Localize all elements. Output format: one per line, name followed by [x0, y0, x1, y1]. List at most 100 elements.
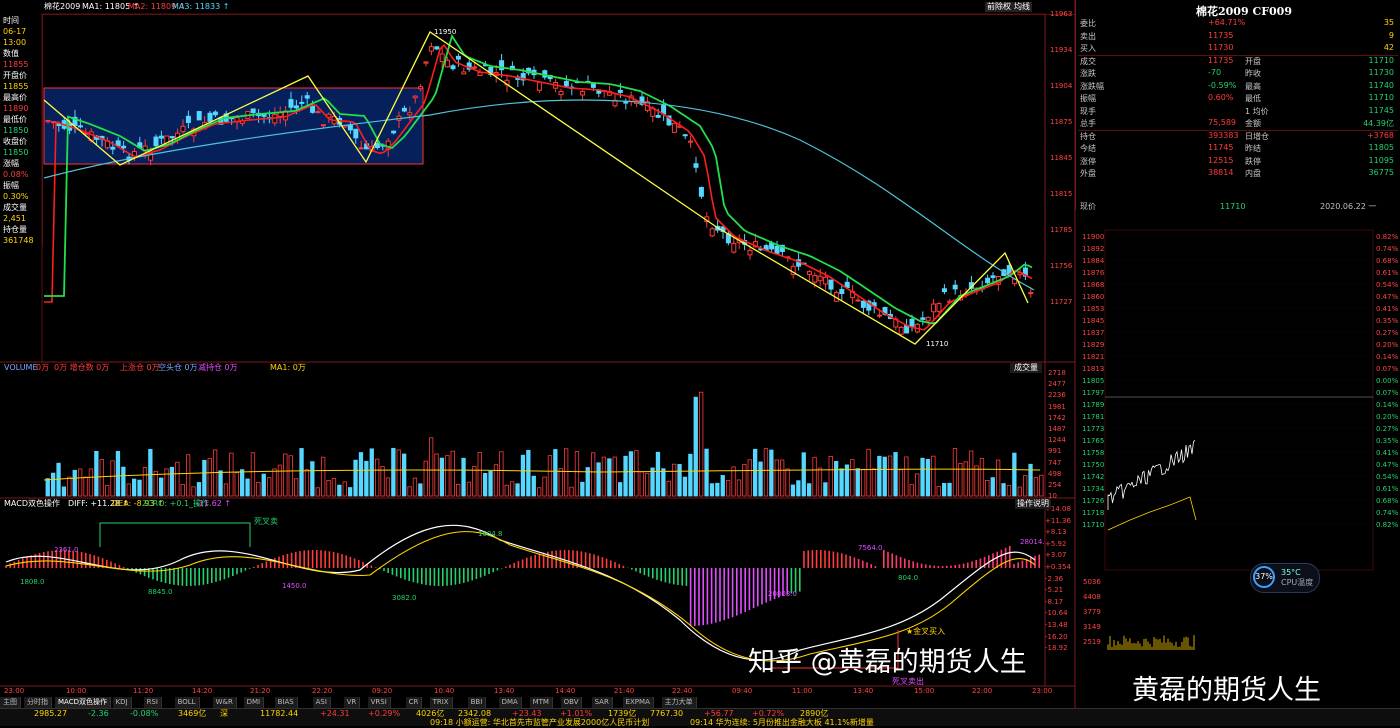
indicator-tab[interactable]: DMA: [498, 697, 522, 708]
volume-bar: [979, 458, 985, 497]
indicator-tab[interactable]: TRIX: [429, 697, 453, 708]
volume-bar: [904, 456, 909, 497]
indicator-tab[interactable]: OBV: [560, 697, 583, 708]
volume-bar: [299, 448, 304, 497]
quote-row: 委比 +64.71% 35: [1078, 18, 1398, 30]
mini-left-tick: 11837: [1082, 329, 1105, 337]
volume-bar: [812, 456, 817, 497]
macd-value-label: 804.0: [898, 574, 918, 582]
candle-body: [806, 271, 812, 275]
indicator-tab[interactable]: SAR: [591, 697, 613, 708]
quote-row: 外盘 38814 内盘 36775: [1078, 168, 1398, 180]
volume-bar: [88, 468, 94, 497]
news-ticker-1[interactable]: 09:18 小额运营: 华北首先市监管产业发展2000亿人民币计划: [430, 718, 649, 728]
quote-value: 75,589: [1208, 118, 1236, 127]
macd-value-label: 1450.0: [282, 582, 307, 590]
volume-bar: [807, 483, 812, 497]
candle-body: [180, 125, 186, 133]
news-ticker-2[interactable]: 09:14 华为连续: 5月份推出金融大板 41.1%新增量: [690, 718, 874, 728]
indicator-tab[interactable]: VR: [343, 697, 361, 708]
quote-value: 11710: [1368, 55, 1394, 65]
candle-body: [698, 187, 704, 197]
mini-left-tick: 11845: [1082, 317, 1105, 325]
volume-bar: [753, 448, 758, 497]
mini-vol-tick: 4408: [1083, 593, 1101, 601]
volume-bar: [391, 447, 396, 497]
candle-body: [952, 284, 958, 290]
volume-dropdown[interactable]: 成交量: [1010, 363, 1042, 373]
quote-label: 涨停: [1080, 156, 1096, 166]
candle-body: [461, 71, 467, 75]
volume-tick: 2477: [1048, 380, 1066, 389]
volume-bar: [315, 487, 320, 497]
mini-left-tick: 11860: [1082, 293, 1105, 301]
quote-value: 11805: [1368, 143, 1394, 152]
candle-body: [877, 314, 883, 317]
volume-bar: [612, 456, 617, 497]
volume-bar: [882, 456, 887, 497]
indicator-tab[interactable]: ASI: [312, 697, 331, 708]
indicator-tab[interactable]: DMI: [243, 697, 265, 708]
indicator-tab[interactable]: MACD双色操作: [55, 697, 111, 708]
mini-right-tick: 0.82%: [1376, 233, 1399, 241]
quote-value: 11730: [1368, 68, 1394, 77]
mini-left-tick: 11742: [1082, 473, 1105, 481]
mini-right-tick: 0.47%: [1376, 461, 1399, 469]
mini-left-tick: 11884: [1082, 257, 1105, 265]
indicator-tab[interactable]: VRSI: [367, 697, 391, 708]
macd-help-button[interactable]: 操作说明: [1015, 499, 1051, 509]
volume-bar: [893, 452, 898, 497]
mini-right-tick: 0.54%: [1376, 473, 1399, 481]
indicator-tab[interactable]: W&R: [212, 697, 237, 708]
macd-tick: -13.48: [1045, 621, 1068, 629]
quote-value: 11745: [1368, 105, 1394, 115]
indicator-tab[interactable]: EXPMA: [622, 697, 654, 708]
candle-body: [839, 289, 845, 295]
indicator-tab[interactable]: KDJ: [112, 697, 132, 708]
quote-label: 今结: [1080, 144, 1096, 153]
cpu-label: CPU温度: [1281, 578, 1314, 587]
mini-right-tick: 0.41%: [1376, 449, 1399, 457]
price-tick: 11727: [1050, 298, 1073, 306]
quote-label: 1 均价: [1245, 106, 1269, 116]
volume-bar: [364, 460, 369, 497]
volume-bar: [185, 454, 191, 497]
cpu-widget[interactable]: 37% 35°C CPU温度: [1250, 563, 1320, 593]
volume-bar: [920, 457, 925, 497]
indicator-tab[interactable]: BOLL: [174, 697, 200, 708]
macd-tick: -2.36: [1045, 574, 1064, 583]
volume-bar: [866, 448, 871, 497]
indicator-tab[interactable]: 分时指: [24, 697, 52, 708]
volume-tick: 991: [1048, 447, 1062, 456]
price-panel-border: [41, 13, 1046, 363]
candle-body: [812, 274, 818, 283]
quote-row: 现手 1 均价 11745: [1078, 106, 1398, 118]
macd-value-label: 1808.0: [20, 578, 45, 586]
quote-value: 11095: [1368, 155, 1394, 165]
price-tick: 11904: [1050, 82, 1073, 90]
candle-body: [860, 300, 866, 308]
indicator-tab[interactable]: CR: [405, 697, 423, 708]
volume-bar: [72, 469, 77, 497]
volume-bar: [45, 478, 50, 497]
indicator-tab[interactable]: BBI: [467, 697, 487, 708]
volume-item: 上涨仓 0万: [120, 363, 160, 372]
indicator-tab[interactable]: MTM: [529, 697, 553, 708]
indicator-tab[interactable]: RSI: [143, 697, 162, 708]
quote-value: 11710: [1368, 93, 1394, 102]
volume-bar: [369, 448, 374, 497]
mini-right-tick: 0.74%: [1376, 245, 1399, 253]
indicator-tab[interactable]: 主图: [0, 697, 21, 708]
golden-cross-label: ★金叉买入: [906, 626, 945, 636]
volume-bar: [477, 452, 482, 497]
indicator-tab[interactable]: BIAS: [274, 697, 298, 708]
quote-label: 买入: [1080, 44, 1096, 53]
volume-bar: [304, 469, 310, 497]
candle-body: [153, 136, 159, 147]
indicator-tab[interactable]: 主力大单: [661, 697, 697, 708]
quote-label: 日增仓: [1245, 131, 1269, 141]
trade-date: 2020.06.22 一: [1320, 202, 1377, 211]
mini-right-tick: 0.20%: [1376, 341, 1399, 349]
time-tick: 13:40: [494, 687, 515, 695]
candle-body: [823, 276, 829, 285]
